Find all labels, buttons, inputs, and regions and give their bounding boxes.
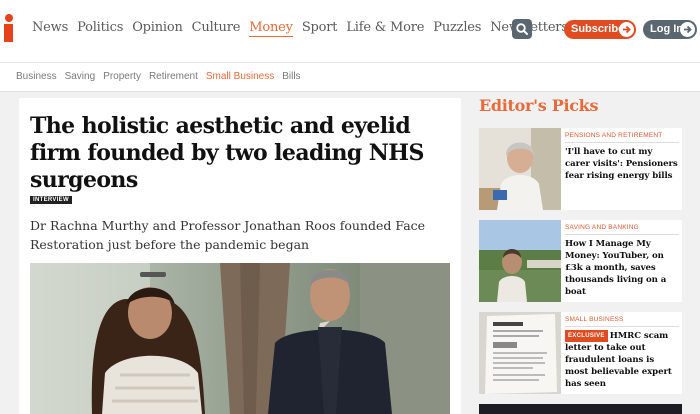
arrow-right-icon bbox=[619, 22, 634, 37]
nav-opinion[interactable]: Opinion bbox=[132, 20, 183, 37]
interview-tag: INTERVIEW bbox=[30, 196, 72, 204]
advertisement-slot[interactable] bbox=[479, 404, 682, 414]
nav-puzzles[interactable]: Puzzles bbox=[433, 20, 481, 37]
subnav-saving[interactable]: Saving bbox=[65, 71, 96, 82]
nav-sport[interactable]: Sport bbox=[302, 20, 338, 37]
nav-culture[interactable]: Culture bbox=[192, 20, 241, 37]
subnav-business[interactable]: Business bbox=[16, 71, 57, 82]
pick-category[interactable]: Pensions and retirement bbox=[565, 132, 679, 143]
article-hero-image[interactable] bbox=[30, 263, 450, 414]
logo-dot bbox=[5, 14, 13, 22]
pick-title[interactable]: 'I'll have to cut my carer visits': Pens… bbox=[565, 146, 679, 182]
login-button[interactable]: Log In bbox=[643, 20, 697, 39]
pick-thumbnail[interactable] bbox=[479, 312, 561, 394]
money-subnav: Business Saving Property Retirement Smal… bbox=[0, 62, 700, 92]
nav-life-and-more[interactable]: Life & More bbox=[346, 20, 424, 37]
logo-stem bbox=[4, 24, 13, 42]
pick-card[interactable]: Small business EXCLUSIVE HMRC scam letter… bbox=[479, 312, 682, 394]
main-nav: News Politics Opinion Culture Money Spor… bbox=[32, 20, 577, 37]
nav-politics[interactable]: Politics bbox=[77, 20, 123, 37]
editors-picks-title: Editor's Picks bbox=[479, 96, 599, 115]
article-card: The holistic aesthetic and eyelid firm f… bbox=[19, 98, 461, 414]
exclusive-badge: EXCLUSIVE bbox=[565, 330, 608, 342]
subnav-small-business[interactable]: Small Business bbox=[206, 71, 274, 82]
login-label: Log In bbox=[650, 23, 683, 35]
pick-title[interactable]: How I Manage My Money: YouTuber, on £3k … bbox=[565, 238, 679, 298]
pick-thumbnail[interactable] bbox=[479, 220, 561, 302]
subnav-property[interactable]: Property bbox=[103, 71, 141, 82]
subnav-retirement[interactable]: Retirement bbox=[149, 71, 198, 82]
pick-thumbnail[interactable] bbox=[479, 128, 561, 210]
subscribe-button[interactable]: Subscribe bbox=[564, 20, 636, 39]
subnav-bills[interactable]: Bills bbox=[282, 71, 300, 82]
pick-title[interactable]: EXCLUSIVE HMRC scam letter to take out fr… bbox=[565, 330, 679, 390]
pick-card[interactable]: Saving and banking How I Manage My Money… bbox=[479, 220, 682, 302]
pick-card[interactable]: Pensions and retirement 'I'll have to cu… bbox=[479, 128, 682, 210]
top-navigation-bar: i News Politics Opinion Culture Money Sp… bbox=[0, 0, 700, 62]
search-button[interactable] bbox=[512, 19, 532, 39]
brand-logo[interactable]: i bbox=[2, 14, 16, 44]
nav-news[interactable]: News bbox=[32, 20, 68, 37]
nav-money[interactable]: Money bbox=[249, 20, 293, 37]
article-headline: The holistic aesthetic and eyelid firm f… bbox=[30, 113, 424, 193]
pick-category[interactable]: Small business bbox=[565, 316, 679, 327]
arrow-right-icon bbox=[680, 22, 695, 37]
subscribe-label: Subscribe bbox=[571, 23, 625, 35]
pick-category[interactable]: Saving and banking bbox=[565, 224, 679, 235]
search-icon bbox=[516, 23, 528, 35]
article-standfirst: Dr Rachna Murthy and Professor Jonathan … bbox=[30, 218, 426, 252]
